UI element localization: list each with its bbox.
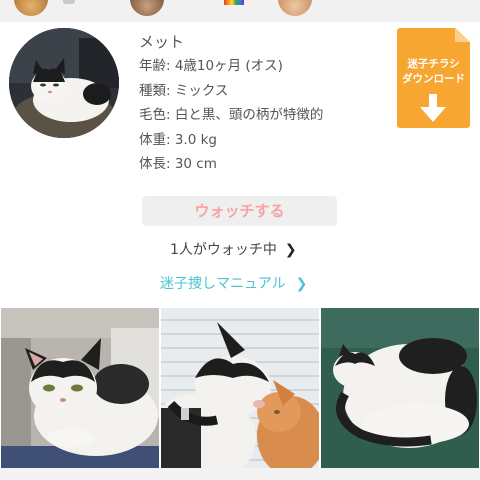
watch-button[interactable]: ウォッチする	[142, 196, 337, 226]
flyer-label-line2: ダウンロード	[402, 73, 465, 85]
user-avatar[interactable]	[278, 0, 312, 16]
pet-photo[interactable]	[1, 308, 159, 468]
pet-photo[interactable]	[161, 308, 319, 468]
lost-pet-manual-link[interactable]: 迷子捜しマニュアル ❯	[160, 274, 307, 294]
user-badge	[63, 0, 75, 4]
pet-info: メット 年齢: 4歳10ヶ月 (オス) 種類: ミックス 毛色: 白と黒、頭の柄…	[139, 30, 323, 177]
manual-link-text: 迷子捜しマニュアル	[160, 276, 286, 292]
pet-length: 体長: 30 cm	[139, 156, 217, 172]
chevron-right-icon: ❯	[295, 276, 308, 292]
page-fold-icon	[455, 28, 470, 42]
rainbow-flag-icon	[224, 0, 244, 5]
bottom-strip	[0, 468, 480, 480]
flyer-label-line1: 迷子チラシ	[407, 58, 460, 70]
user-avatar[interactable]	[14, 0, 48, 16]
user-avatar[interactable]	[130, 0, 164, 16]
pet-avatar	[9, 28, 119, 138]
pet-breed: 種類: ミックス	[139, 82, 229, 99]
top-user-strip	[0, 0, 480, 22]
watchers-link[interactable]: 1人がウォッチ中 ❯	[170, 240, 297, 260]
pet-age: 年齢: 4歳10ヶ月 (オス)	[139, 58, 283, 74]
pet-weight: 体重: 3.0 kg	[139, 131, 217, 148]
pet-name: メット	[139, 33, 185, 51]
download-arrow-icon	[420, 94, 446, 122]
flyer-download-button[interactable]: 迷子チラシ ダウンロード	[397, 28, 470, 128]
pet-coat: 毛色: 白と黒、頭の柄が特徴的	[139, 107, 324, 123]
chevron-right-icon: ❯	[284, 242, 297, 258]
watchers-text: 1人がウォッチ中	[170, 242, 277, 258]
pet-photo[interactable]	[321, 308, 479, 468]
